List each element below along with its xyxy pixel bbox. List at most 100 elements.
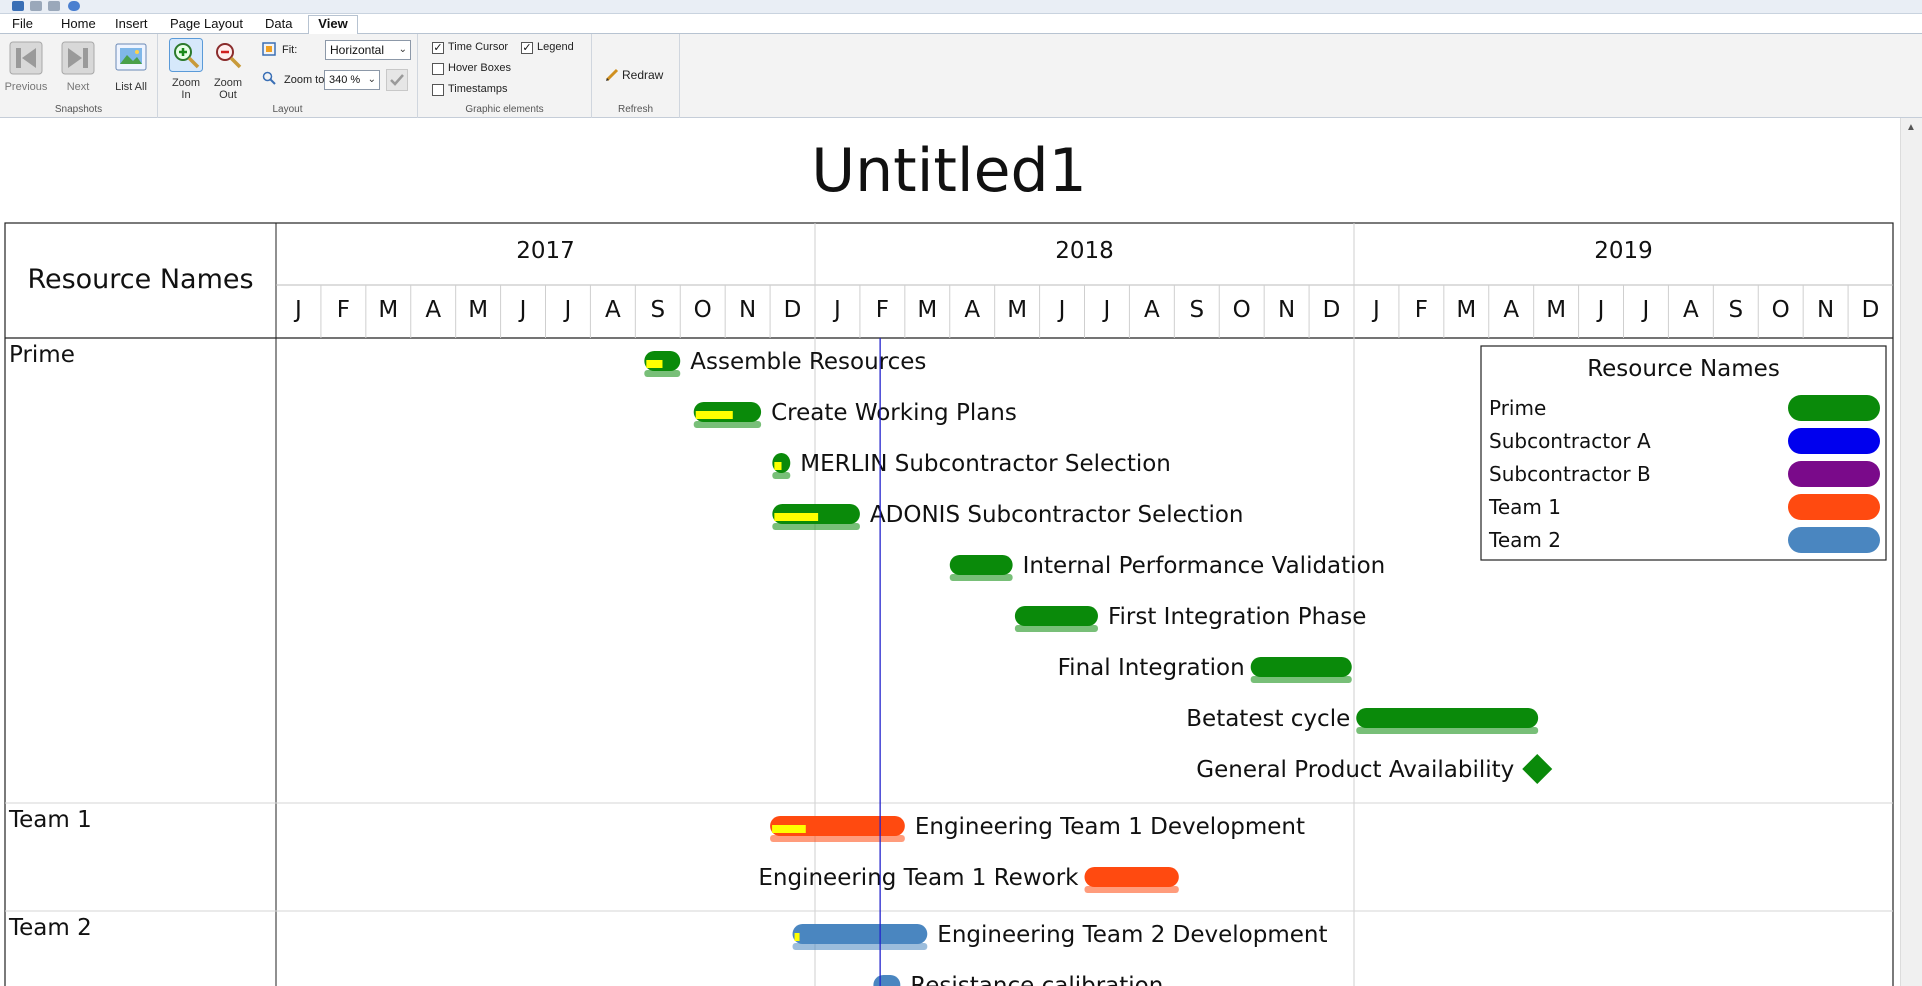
next-snapshot-icon xyxy=(61,41,95,75)
task-label: Betatest cycle xyxy=(1186,706,1350,732)
month-label: M xyxy=(917,297,937,323)
month-label: J xyxy=(1371,297,1380,323)
month-label: M xyxy=(378,297,398,323)
progress-bar xyxy=(774,462,782,470)
fit-label: Fit: xyxy=(282,44,298,56)
legend-item-label: Subcontractor A xyxy=(1489,429,1651,453)
month-label: J xyxy=(1102,297,1111,323)
month-label: S xyxy=(650,297,665,323)
redraw-label: Redraw xyxy=(622,68,664,82)
task-bar[interactable] xyxy=(1356,708,1539,728)
resource-column-header: Resource Names xyxy=(27,264,253,295)
tab-insert[interactable]: Insert xyxy=(111,16,152,34)
next-button[interactable]: Next xyxy=(56,40,100,93)
baseline-bar xyxy=(1250,676,1352,683)
baseline-bar xyxy=(772,472,791,479)
gantt-canvas[interactable]: Untitled1 Resource Names 2017 2018 2019 J F M A… xyxy=(0,118,1922,986)
month-label: A xyxy=(1144,297,1160,323)
milestone-diamond[interactable] xyxy=(1522,754,1553,784)
month-label: S xyxy=(1189,297,1204,323)
zoom-out-label: Zoom Out xyxy=(213,77,243,101)
legend-swatch xyxy=(1788,494,1880,520)
menu-tab-bar: File Home Insert Page Layout Data View xyxy=(0,14,1922,35)
month-label: M xyxy=(1456,297,1476,323)
task-label: MERLIN Subcontractor Selection xyxy=(800,451,1171,477)
task-label: Internal Performance Validation xyxy=(1023,553,1386,579)
pencil-icon xyxy=(605,68,619,82)
month-label: A xyxy=(425,297,441,323)
vertical-scrollbar[interactable]: ▲ xyxy=(1900,118,1922,986)
progress-bar xyxy=(772,825,806,833)
chevron-down-icon: ⌄ xyxy=(367,74,376,85)
task-label: ADONIS Subcontractor Selection xyxy=(870,502,1244,528)
resource-name: Team 2 xyxy=(8,915,92,941)
baseline-bar xyxy=(949,574,1013,581)
redo-icon[interactable] xyxy=(48,1,60,11)
month-label: J xyxy=(832,297,841,323)
month-label: J xyxy=(563,297,572,323)
zoom-out-button[interactable]: Zoom Out xyxy=(208,38,248,101)
tab-data[interactable]: Data xyxy=(261,16,296,34)
progress-bar xyxy=(774,513,819,521)
task-bar[interactable] xyxy=(1084,867,1179,887)
fit-dropdown[interactable]: Horizontal ⌄ xyxy=(325,40,411,60)
task-label: First Integration Phase xyxy=(1108,604,1366,630)
task-bar[interactable] xyxy=(1014,606,1098,626)
time-cursor-checkbox[interactable]: ✓ xyxy=(432,42,444,54)
list-all-snapshots-icon xyxy=(115,43,147,71)
legend-item-label: Team 1 xyxy=(1488,495,1561,519)
month-label: F xyxy=(1415,297,1428,323)
zoom-in-icon xyxy=(169,38,203,72)
resource-name: Prime xyxy=(9,342,75,368)
month-label: D xyxy=(1862,297,1880,323)
hover-boxes-label: Hover Boxes xyxy=(448,62,511,74)
zoom-to-dropdown[interactable]: 340 % ⌄ xyxy=(324,70,380,90)
task-label: Assemble Resources xyxy=(690,349,926,375)
month-label: J xyxy=(1641,297,1650,323)
tab-page-layout[interactable]: Page Layout xyxy=(166,16,247,34)
gantt-chart[interactable]: Resource Names 2017 2018 2019 J F M A M J J A S O N D J F… xyxy=(0,118,1898,986)
list-all-button[interactable]: List All xyxy=(108,40,154,93)
timestamps-checkbox[interactable] xyxy=(432,84,444,96)
zoom-in-label: Zoom In xyxy=(171,77,201,101)
legend-swatch xyxy=(1788,428,1880,454)
scroll-up-icon[interactable]: ▲ xyxy=(1906,122,1916,133)
month-label: N xyxy=(739,297,756,323)
legend-checkbox[interactable]: ✓ xyxy=(521,42,533,54)
legend-item-label: Team 2 xyxy=(1488,528,1561,552)
month-label: A xyxy=(605,297,621,323)
baseline-bar xyxy=(772,523,860,530)
apply-zoom-button[interactable] xyxy=(386,69,408,91)
legend-swatch xyxy=(1788,461,1880,487)
list-all-label: List All xyxy=(115,81,147,93)
baseline-bar xyxy=(693,421,762,428)
tab-home[interactable]: Home xyxy=(57,16,100,34)
hover-boxes-checkbox[interactable] xyxy=(432,63,444,75)
tab-view[interactable]: View xyxy=(308,15,358,35)
next-label: Next xyxy=(66,81,90,93)
chevron-down-icon: ⌄ xyxy=(398,44,407,55)
legend-swatch xyxy=(1788,395,1880,421)
task-bar[interactable] xyxy=(873,975,901,986)
task-bar[interactable] xyxy=(792,924,928,944)
save-icon[interactable] xyxy=(12,1,24,11)
task-label: Final Integration xyxy=(1058,655,1245,681)
month-label: O xyxy=(1233,297,1251,323)
task-label: General Product Availability xyxy=(1196,757,1514,783)
previous-button[interactable]: Previous xyxy=(4,40,48,93)
month-label: O xyxy=(1772,297,1790,323)
month-label: J xyxy=(1596,297,1605,323)
gantt-app-window: File Home Insert Page Layout Data View P… xyxy=(0,0,1922,986)
task-bar[interactable] xyxy=(949,555,1013,575)
resource-name: Team 1 xyxy=(8,807,92,833)
undo-icon[interactable] xyxy=(30,1,42,11)
zoom-in-button[interactable]: Zoom In xyxy=(166,38,206,101)
month-label: S xyxy=(1728,297,1743,323)
help-icon[interactable] xyxy=(68,1,80,11)
month-label: J xyxy=(293,297,302,323)
progress-bar xyxy=(646,360,663,368)
tab-file[interactable]: File xyxy=(8,16,37,34)
task-bar[interactable] xyxy=(1250,657,1352,677)
month-label: J xyxy=(518,297,527,323)
zoom-out-icon xyxy=(216,43,242,69)
